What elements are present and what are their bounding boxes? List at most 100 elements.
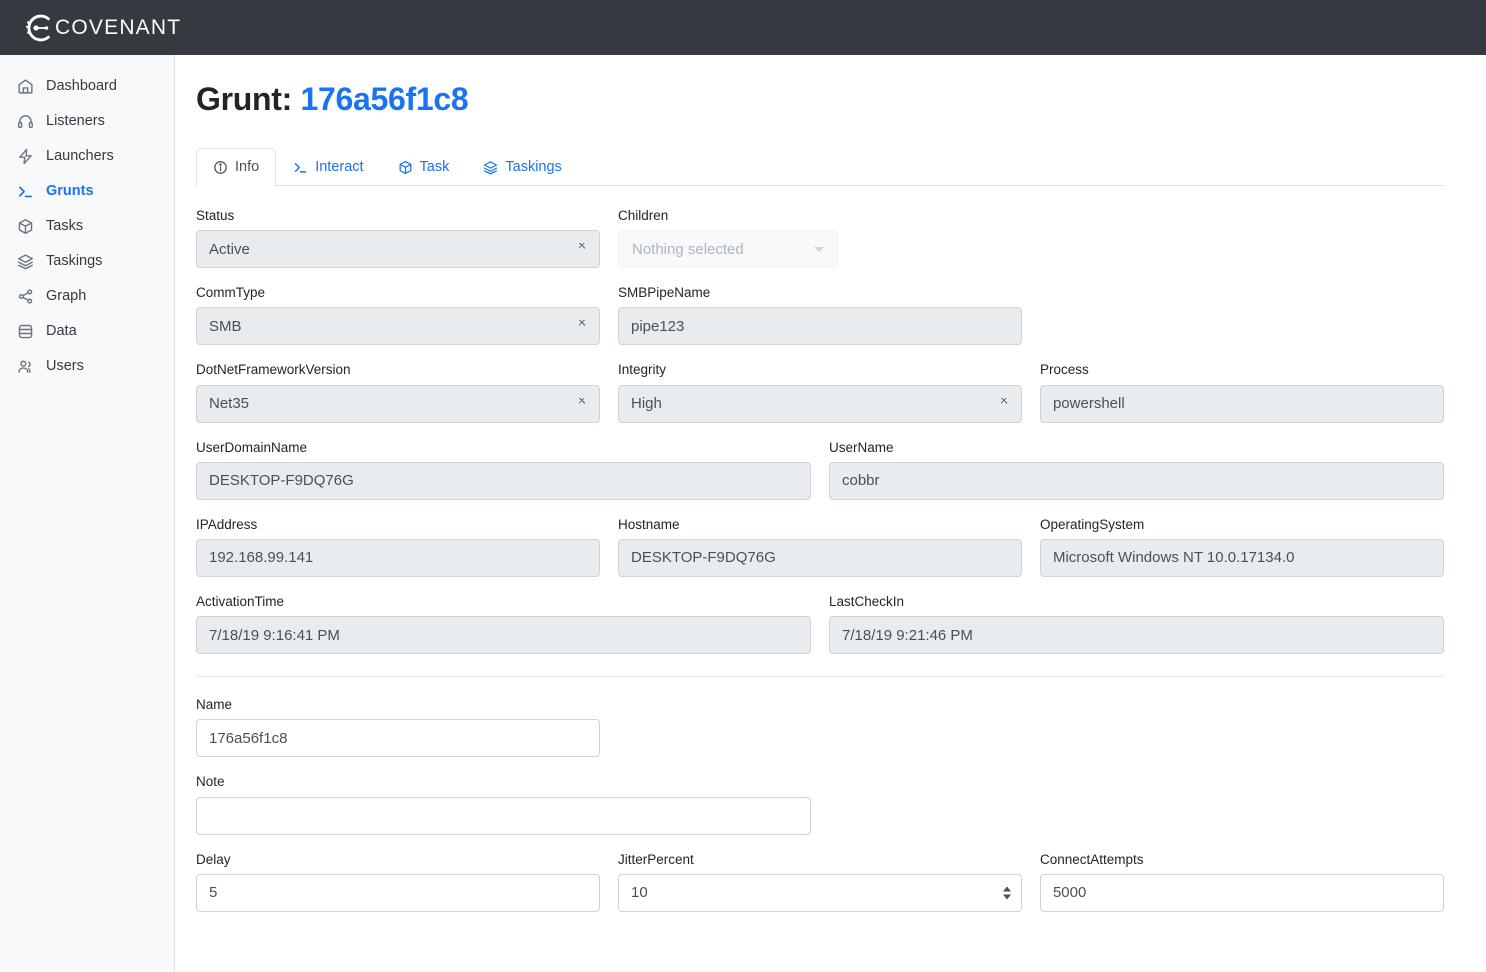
sidebar-item-graph[interactable]: Graph: [0, 279, 174, 314]
field-activationtime: ActivationTime: [196, 593, 811, 655]
layers-icon: [17, 253, 34, 270]
sidebar-item-label: Data: [46, 323, 77, 340]
sidebar-item-label: Listeners: [46, 113, 105, 130]
sidebar-item-taskings[interactable]: Taskings: [0, 244, 174, 279]
field-label: Delay: [196, 851, 231, 867]
integrity-select[interactable]: High: [617, 384, 1022, 423]
sidebar-item-listeners[interactable]: Listeners: [0, 104, 174, 139]
lastcheckin-input[interactable]: [829, 616, 1444, 655]
form-row-comm: CommType SMB SMBPipeName: [196, 285, 1444, 346]
sidebar-item-dashboard[interactable]: Dashboard: [0, 69, 174, 104]
sidebar-item-data[interactable]: Data: [0, 314, 174, 349]
sidebar-item-label: Launchers: [46, 148, 114, 165]
note-textarea[interactable]: [196, 796, 811, 835]
bolt-icon: [17, 148, 34, 165]
hostname-input[interactable]: [617, 538, 1022, 577]
layers-icon: [483, 160, 498, 175]
field-label: CommType: [196, 285, 266, 301]
tab-label: Taskings: [505, 159, 562, 176]
form-row-note: Note: [196, 774, 1444, 835]
field-label: JitterPercent: [617, 851, 694, 867]
userdomainname-input[interactable]: [196, 461, 811, 500]
field-status: Status Active: [196, 208, 600, 269]
form-row-name: Name: [196, 697, 1444, 758]
field-spacer: [829, 774, 1444, 834]
main-content: Grunt: 176a56f1c8 Info Interact Task Tas…: [175, 55, 1486, 972]
field-label: Note: [196, 774, 225, 790]
field-label: SMBPipeName: [617, 285, 711, 301]
terminal-icon: [17, 183, 34, 200]
field-integrity: Integrity High: [617, 362, 1022, 423]
form-row-times: ActivationTime LastCheckIn: [196, 593, 1444, 655]
delay-input[interactable]: [196, 873, 600, 912]
field-lastcheckin: LastCheckIn: [829, 594, 1444, 655]
brand-logo[interactable]: COVENANT: [22, 11, 181, 45]
page-title: Grunt: 176a56f1c8: [196, 81, 1444, 118]
sidebar-item-launchers[interactable]: Launchers: [0, 139, 174, 174]
page-title-prefix: Grunt:: [196, 81, 292, 117]
children-dropdown[interactable]: Nothing selected: [617, 230, 838, 269]
field-name: Name: [196, 697, 600, 758]
jitterpercent-input[interactable]: [617, 873, 1022, 912]
field-label: ActivationTime: [196, 593, 285, 609]
tab-label: Interact: [315, 159, 364, 176]
connectattempts-input[interactable]: [1039, 873, 1444, 912]
field-label: Hostname: [617, 516, 680, 532]
page-title-grunt-name: 176a56f1c8: [300, 81, 469, 117]
username-input[interactable]: [829, 461, 1444, 500]
field-label: IPAddress: [196, 516, 258, 532]
brand-name: COVENANT: [55, 15, 182, 39]
chevron-down-icon: [813, 246, 824, 252]
tab-taskings[interactable]: Taskings: [466, 148, 578, 186]
tab-bar: Info Interact Task Taskings: [196, 148, 1444, 186]
info-circle-icon: [213, 160, 228, 175]
smbpipename-input[interactable]: [617, 307, 1022, 346]
field-label: Status: [196, 208, 235, 223]
sidebar-item-tasks[interactable]: Tasks: [0, 209, 174, 244]
jitterpercent-stepper[interactable]: [617, 873, 1022, 912]
field-commtype: CommType SMB: [196, 285, 600, 346]
commtype-select[interactable]: SMB: [196, 307, 600, 346]
database-icon: [17, 323, 34, 340]
field-label: DotNetFrameworkVersion: [196, 362, 351, 378]
name-input[interactable]: [196, 719, 600, 758]
field-label: UserName: [829, 439, 894, 455]
tab-info[interactable]: Info: [196, 148, 277, 186]
field-label: Children: [617, 208, 669, 223]
sidebar-item-users[interactable]: Users: [0, 349, 174, 384]
tab-task[interactable]: Task: [381, 148, 467, 186]
field-process: Process: [1039, 362, 1444, 423]
field-label: ConnectAttempts: [1039, 851, 1144, 867]
field-operatingsystem: OperatingSystem: [1039, 516, 1444, 577]
tab-label: Task: [419, 159, 450, 176]
field-userdomainname: UserDomainName: [196, 440, 811, 500]
sidebar-item-grunts[interactable]: Grunts: [0, 174, 174, 209]
activationtime-input[interactable]: [196, 616, 811, 655]
process-input[interactable]: [1039, 384, 1444, 423]
form-row-timing: Delay JitterPercent ConnectAttempts: [196, 852, 1444, 912]
field-username: UserName: [829, 440, 1444, 500]
field-label: OperatingSystem: [1039, 516, 1145, 532]
field-smbpipename: SMBPipeName: [617, 285, 1022, 346]
field-label: Name: [196, 697, 233, 713]
tab-interact[interactable]: Interact: [276, 148, 380, 186]
field-label: Integrity: [617, 362, 667, 378]
field-dotnetframeworkversion: DotNetFrameworkVersion Net35: [196, 362, 600, 423]
headphones-icon: [17, 113, 34, 130]
field-jitterpercent: JitterPercent: [617, 851, 1022, 912]
field-label: UserDomainName: [196, 439, 308, 455]
operatingsystem-input[interactable]: [1039, 538, 1444, 577]
sidebar: Dashboard Listeners Launchers Grunts Tas: [0, 55, 175, 972]
status-select[interactable]: Active: [196, 230, 600, 269]
field-label: Process: [1039, 362, 1089, 378]
sidebar-item-label: Dashboard: [46, 78, 117, 95]
dotnetframeworkversion-select[interactable]: Net35: [196, 384, 600, 423]
form-row-runtime: DotNetFrameworkVersion Net35 Integrity H…: [196, 362, 1444, 423]
field-note: Note: [196, 774, 811, 835]
app-header: COVENANT: [0, 0, 1486, 55]
ipaddress-input[interactable]: [196, 538, 600, 577]
cube-icon: [17, 218, 34, 235]
share-icon: [17, 288, 34, 305]
section-divider: [196, 676, 1444, 678]
field-ipaddress: IPAddress: [196, 517, 600, 577]
